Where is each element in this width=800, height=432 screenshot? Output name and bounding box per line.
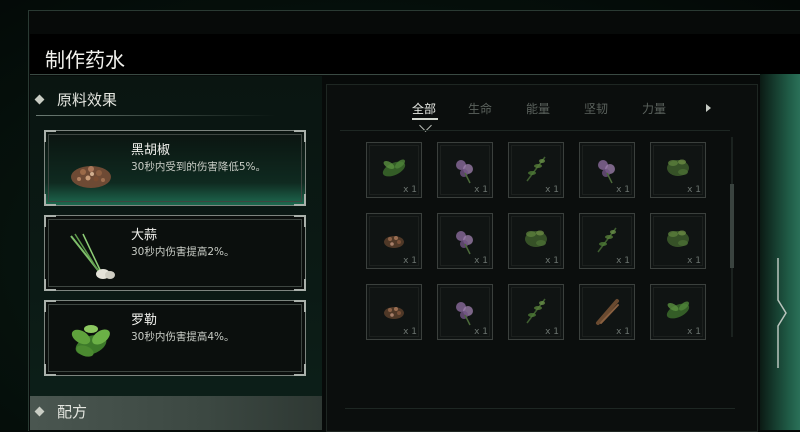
ingredient-desc: 30秒内伤害提高2%。 <box>131 246 235 258</box>
slot-count: x 1 <box>616 256 630 266</box>
slot-count: x 1 <box>474 256 488 266</box>
green-herb-icon <box>666 301 690 319</box>
root-icon <box>596 299 619 325</box>
inventory-bottom-divider <box>345 408 735 409</box>
inventory-slot[interactable]: x 1 <box>508 213 564 269</box>
section-recipe-header[interactable]: 配方 <box>34 398 88 424</box>
tab-energy[interactable]: 能量 <box>526 100 550 117</box>
ingredient-card[interactable]: 罗勒 30秒内伤害提高4%。 <box>44 300 306 376</box>
side-glow <box>760 74 800 430</box>
inventory-slot[interactable]: x 1 <box>437 142 493 198</box>
basil-icon <box>71 325 110 357</box>
pepper-icon <box>71 166 111 188</box>
inventory-slot[interactable]: x 1 <box>437 284 493 340</box>
slot-count: x 1 <box>545 256 559 266</box>
tab-all[interactable]: 全部 <box>412 100 436 117</box>
inventory-slot[interactable]: x 1 <box>366 284 422 340</box>
section-effects-label: 原料效果 <box>57 90 118 109</box>
diamond-icon <box>34 406 45 416</box>
section-recipe-label: 配方 <box>57 402 88 421</box>
ingredient-desc: 30秒内受到的伤害降低5%。 <box>131 161 267 173</box>
inventory-slot[interactable]: x 1 <box>650 284 706 340</box>
inventory-scroll-thumb[interactable] <box>730 184 734 268</box>
tab-tenacity[interactable]: 坚韧 <box>584 100 608 117</box>
slot-count: x 1 <box>545 327 559 337</box>
diamond-icon <box>34 94 45 104</box>
ingredient-name: 罗勒 <box>131 313 158 328</box>
slot-count: x 1 <box>687 256 701 266</box>
slot-count: x 1 <box>687 327 701 337</box>
inventory-slot[interactable]: x 1 <box>508 142 564 198</box>
ingredient-name: 黑胡椒 <box>131 143 171 158</box>
purple-flower-icon <box>456 231 473 255</box>
ingredient-card[interactable]: 大蒜 30秒内伤害提高2%。 <box>44 215 306 291</box>
slot-count: x 1 <box>545 185 559 195</box>
slot-count: x 1 <box>616 327 630 337</box>
slot-count: x 1 <box>687 185 701 195</box>
tab-strength[interactable]: 力量 <box>642 100 666 117</box>
purple-flower-icon <box>456 160 473 184</box>
inventory-slot[interactable]: x 1 <box>650 142 706 198</box>
slot-count: x 1 <box>403 185 417 195</box>
leafy-herb-icon <box>525 230 547 247</box>
inventory-slot[interactable]: x 1 <box>366 213 422 269</box>
ingredient-name: 大蒜 <box>131 228 158 243</box>
pepper-icon <box>384 307 404 319</box>
tab-health[interactable]: 生命 <box>468 100 492 117</box>
slot-count: x 1 <box>474 185 488 195</box>
slot-count: x 1 <box>474 327 488 337</box>
sprig-icon <box>526 156 546 182</box>
tabs-next-arrow-icon[interactable] <box>706 104 711 112</box>
sprig-icon <box>526 298 546 324</box>
window-title: 制作药水 <box>45 48 125 72</box>
inventory-slot[interactable]: x 1 <box>366 142 422 198</box>
inventory-slot[interactable]: x 1 <box>579 142 635 198</box>
slot-count: x 1 <box>403 256 417 266</box>
ingredient-desc: 30秒内伤害提高4%。 <box>131 331 235 343</box>
leafy-herb-icon <box>667 230 689 247</box>
sprig-icon <box>597 227 617 253</box>
section-effects-header: 原料效果 <box>34 86 118 112</box>
inventory-slot[interactable]: x 1 <box>579 213 635 269</box>
slot-count: x 1 <box>616 185 630 195</box>
green-herb-icon <box>382 159 406 177</box>
inventory-slot[interactable]: x 1 <box>579 284 635 340</box>
section-divider <box>36 115 276 116</box>
inventory-slot[interactable]: x 1 <box>508 284 564 340</box>
garlic-icon <box>70 233 115 279</box>
inventory-slot[interactable]: x 1 <box>650 213 706 269</box>
purple-flower-icon <box>456 302 473 326</box>
collapse-chevron-icon[interactable] <box>774 258 792 368</box>
leafy-herb-icon <box>667 159 689 176</box>
ingredient-card[interactable]: 黑胡椒 30秒内受到的伤害降低5%。 <box>44 130 306 206</box>
purple-flower-icon <box>598 160 615 184</box>
inventory-slot[interactable]: x 1 <box>437 213 493 269</box>
pepper-icon <box>384 236 404 248</box>
title-bar <box>30 34 800 75</box>
tabs-divider <box>340 130 730 131</box>
slot-count: x 1 <box>403 327 417 337</box>
